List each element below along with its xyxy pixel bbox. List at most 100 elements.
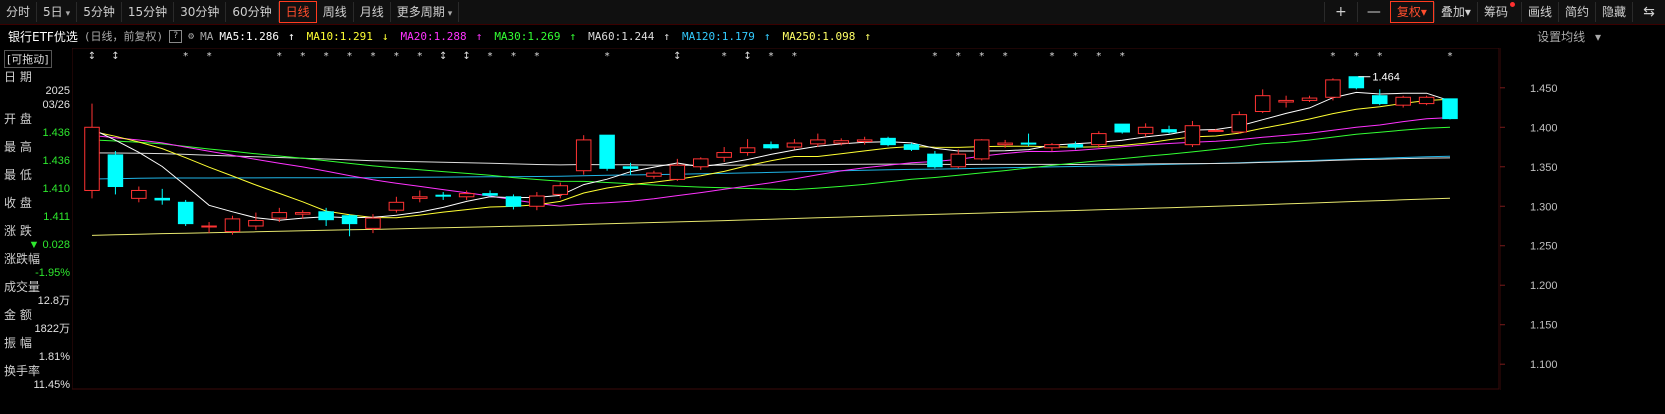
event-marker[interactable]: * bbox=[1377, 51, 1382, 62]
candle[interactable] bbox=[1231, 111, 1248, 134]
candle[interactable] bbox=[1418, 95, 1435, 106]
event-marker[interactable]: * bbox=[792, 51, 797, 62]
event-marker[interactable]: * bbox=[511, 51, 516, 62]
candle[interactable] bbox=[1137, 123, 1154, 137]
event-marker[interactable]: ↕ bbox=[743, 51, 751, 62]
candle[interactable] bbox=[927, 150, 943, 169]
switch-icon[interactable]: ⇆ bbox=[1632, 2, 1665, 22]
event-marker[interactable]: * bbox=[417, 51, 422, 62]
candle[interactable] bbox=[856, 136, 873, 145]
event-marker[interactable]: * bbox=[324, 51, 329, 62]
candle[interactable] bbox=[646, 170, 662, 179]
event-marker[interactable]: * bbox=[1354, 51, 1359, 62]
candle[interactable] bbox=[693, 157, 709, 170]
event-marker[interactable]: * bbox=[534, 51, 539, 62]
candle[interactable] bbox=[412, 190, 428, 203]
period-tab-7[interactable]: 周线 bbox=[317, 2, 354, 22]
candle[interactable] bbox=[763, 141, 779, 150]
candle[interactable] bbox=[1325, 78, 1341, 101]
candle[interactable] bbox=[1372, 89, 1388, 106]
candle[interactable] bbox=[1044, 143, 1060, 151]
event-marker[interactable]: ↕ bbox=[673, 51, 681, 62]
event-marker[interactable]: * bbox=[956, 51, 961, 62]
period-tab-3[interactable]: 15分钟 bbox=[122, 2, 175, 22]
event-marker[interactable]: * bbox=[370, 51, 375, 62]
candle[interactable] bbox=[177, 199, 194, 226]
tool-button-4[interactable]: 简约 bbox=[1557, 2, 1595, 22]
stock-name[interactable]: 银行ETF优选 bbox=[8, 28, 78, 45]
settings-icon[interactable]: ⚙ bbox=[188, 31, 194, 42]
candle[interactable] bbox=[435, 192, 451, 200]
event-marker[interactable]: ↕ bbox=[111, 51, 119, 62]
candle[interactable] bbox=[388, 196, 405, 213]
kline-chart[interactable]: ↕ ↕ * * * * * * * * * ↕ ↕ * * * * ↕ * ↕ * * * * * * * * * * * * * * 1.464 bbox=[72, 48, 1500, 390]
candle[interactable] bbox=[1067, 141, 1084, 150]
event-marker[interactable]: * bbox=[769, 51, 774, 62]
event-marker[interactable]: * bbox=[488, 51, 493, 62]
event-marker[interactable]: * bbox=[1096, 51, 1101, 62]
period-tab-4[interactable]: 30分钟 bbox=[174, 2, 227, 22]
draggable-tag[interactable]: [可拖动] bbox=[4, 50, 52, 68]
ma-settings-link[interactable]: 设置均线 ▾ bbox=[1537, 28, 1601, 45]
candle[interactable] bbox=[1161, 125, 1177, 134]
event-marker[interactable]: * bbox=[722, 51, 727, 62]
candle[interactable] bbox=[107, 150, 124, 195]
event-marker[interactable]: * bbox=[1049, 51, 1054, 62]
candle[interactable] bbox=[1114, 123, 1130, 134]
zoom-out-icon[interactable]: — bbox=[1356, 2, 1390, 22]
candle[interactable] bbox=[529, 192, 545, 211]
period-tab-1[interactable]: 5日 ▾ bbox=[37, 2, 78, 22]
candle[interactable] bbox=[201, 222, 217, 234]
period-tab-2[interactable]: 5分钟 bbox=[77, 2, 122, 22]
event-marker[interactable]: ↕ bbox=[462, 51, 470, 62]
candle[interactable] bbox=[716, 147, 732, 163]
candle[interactable] bbox=[154, 188, 170, 205]
event-marker[interactable]: * bbox=[1120, 51, 1125, 62]
candle[interactable] bbox=[1020, 133, 1037, 147]
tool-button-3[interactable]: 画线 bbox=[1520, 2, 1558, 22]
period-tab-0[interactable]: 分时 bbox=[0, 2, 38, 22]
candle[interactable] bbox=[224, 215, 241, 235]
event-marker[interactable]: * bbox=[347, 51, 352, 62]
candle[interactable] bbox=[1278, 95, 1294, 108]
candle[interactable] bbox=[903, 143, 920, 151]
event-marker[interactable]: * bbox=[183, 51, 188, 62]
tool-button-0[interactable]: 复权▾ bbox=[1389, 1, 1434, 23]
event-marker[interactable]: * bbox=[932, 51, 937, 62]
candle[interactable] bbox=[1301, 95, 1318, 103]
tool-button-1[interactable]: 叠加▾ bbox=[1433, 2, 1477, 22]
candle[interactable] bbox=[1348, 76, 1365, 90]
candle[interactable] bbox=[880, 136, 896, 147]
candle[interactable] bbox=[84, 103, 100, 199]
candle[interactable] bbox=[318, 207, 334, 226]
candle[interactable] bbox=[1091, 131, 1107, 148]
candle[interactable] bbox=[739, 139, 756, 156]
candle[interactable] bbox=[973, 139, 990, 161]
tool-button-2[interactable]: 筹码 bbox=[1476, 2, 1521, 22]
event-marker[interactable]: * bbox=[605, 51, 610, 62]
candle[interactable] bbox=[810, 133, 826, 148]
candle[interactable] bbox=[131, 186, 147, 203]
event-marker[interactable]: * bbox=[979, 51, 984, 62]
candle[interactable] bbox=[482, 190, 498, 197]
candle[interactable] bbox=[950, 149, 967, 169]
candle[interactable] bbox=[505, 194, 522, 210]
help-icon[interactable]: ? bbox=[169, 29, 183, 43]
period-tab-8[interactable]: 月线 bbox=[354, 2, 391, 22]
event-marker[interactable]: * bbox=[394, 51, 399, 62]
event-marker[interactable]: * bbox=[277, 51, 282, 62]
candle[interactable] bbox=[575, 135, 592, 175]
candle[interactable] bbox=[1184, 120, 1201, 148]
tool-button-5[interactable]: 隐藏 bbox=[1594, 2, 1632, 22]
event-marker[interactable]: * bbox=[1448, 51, 1453, 62]
period-tab-5[interactable]: 60分钟 bbox=[226, 2, 279, 22]
event-marker[interactable]: * bbox=[1073, 51, 1078, 62]
event-marker[interactable]: * bbox=[207, 51, 212, 62]
period-tab-6[interactable]: 日线 bbox=[278, 1, 317, 23]
candle[interactable] bbox=[669, 158, 686, 181]
event-marker[interactable]: ↕ bbox=[88, 51, 96, 62]
event-marker[interactable]: * bbox=[1003, 51, 1008, 62]
event-marker[interactable]: ↕ bbox=[439, 51, 447, 62]
candle[interactable] bbox=[341, 214, 358, 237]
candle[interactable] bbox=[599, 134, 615, 171]
